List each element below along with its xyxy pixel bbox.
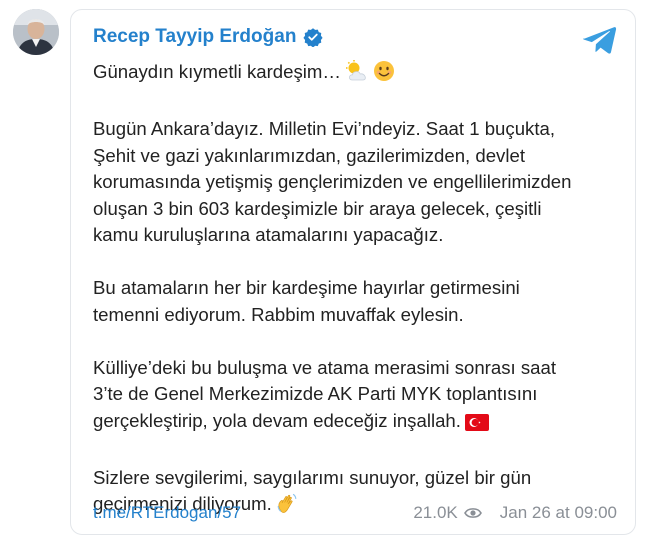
text-line: Bugün Ankara’dayız. Milletin Evi’ndeyiz.… (93, 118, 556, 139)
paragraph-3: Bu atamaların her bir kardeşime hayırlar… (93, 275, 623, 328)
paragraph-4: Külliye’deki bu buluşma ve atama merasim… (93, 355, 623, 439)
view-count: 21.0K (413, 503, 458, 522)
telegram-logo-icon[interactable] (583, 26, 617, 59)
text-line: 3’te de Genel Merkezimizde AK Parti MYK … (93, 383, 538, 404)
text-line: Bu atamaların her bir kardeşime hayırlar… (93, 277, 520, 298)
avatar[interactable] (13, 9, 59, 55)
text-line: Külliye’deki bu buluşma ve atama merasim… (93, 356, 556, 378)
text-line: Günaydın kıymetli kardeşim… (93, 61, 342, 82)
smiling-face-emoji (373, 60, 395, 90)
text-line: korumasında yetişmiş gençlerimizden ve e… (93, 171, 572, 192)
text-line: temenni ediyorum. Rabbim muvaffak eylesi… (93, 303, 464, 325)
post-date: Jan 26 at 09:00 (499, 503, 617, 522)
paragraph-1: Günaydın kıymetli kardeşim… (93, 59, 623, 90)
text-line: kamu kuruluşlarına atamalarını yapacağız… (93, 224, 444, 245)
eye-icon (463, 507, 482, 519)
text-line: gerçekleştirip, yola devam edeceğiz inşa… (93, 409, 461, 431)
author-name[interactable]: Recep Tayyip Erdoğan (93, 26, 296, 48)
sun-behind-cloud-emoji (345, 60, 369, 90)
paragraph-2: Bugün Ankara’dayız. Milletin Evi’ndeyiz.… (93, 116, 623, 249)
message-card: Recep Tayyip Erdoğan Günaydın kıymetli k… (70, 9, 636, 535)
author-photo (13, 9, 59, 55)
verified-badge-icon (303, 27, 324, 47)
message-link[interactable]: t.me/RTErdogan/57 (93, 503, 241, 523)
text-line: Şehit ve gazi yakınlarımızdan, gazilerim… (93, 144, 525, 166)
text-line: Sizlere sevgilerimi, saygılarımı sunuyor… (93, 466, 532, 488)
message-text: Günaydın kıymetli kardeşim… Bugün Ankara… (93, 59, 623, 548)
message-footer: t.me/RTErdogan/57 21.0K Jan 26 at 09:00 (93, 503, 617, 523)
text-line: oluşan 3 bin 603 kardeşimizle bir araya … (93, 197, 542, 219)
turkish-flag-emoji (464, 412, 489, 439)
message-header: Recep Tayyip Erdoğan (93, 26, 324, 48)
